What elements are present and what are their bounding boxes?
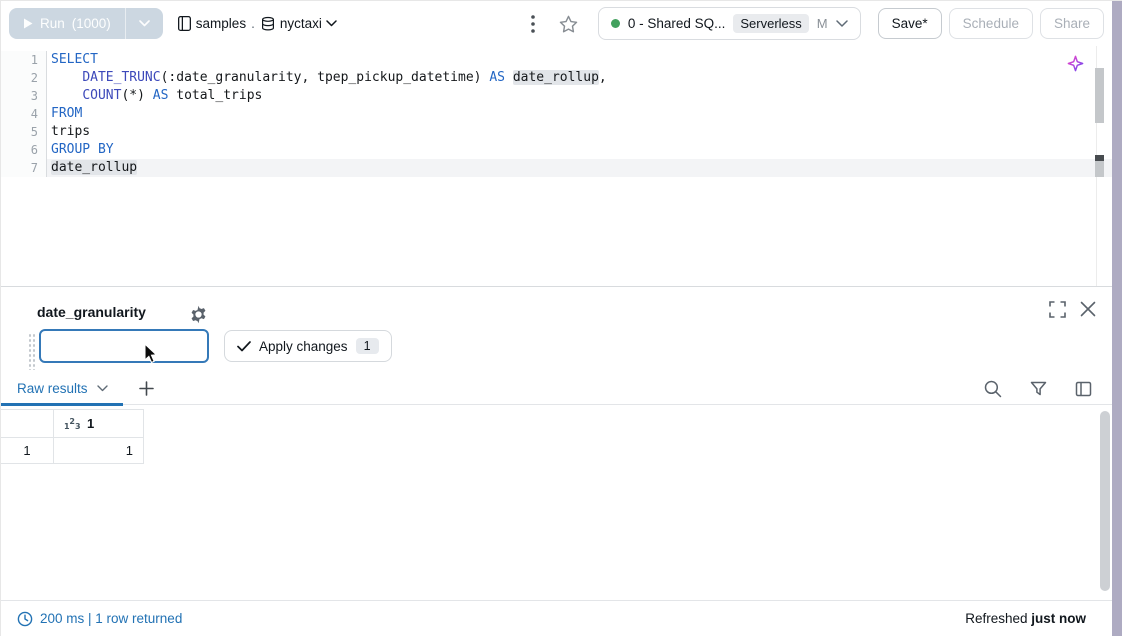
warehouse-name: 0 - Shared SQ... [628, 16, 726, 31]
filter-icon [1030, 381, 1047, 397]
number-type-icon: 123 [64, 417, 81, 430]
highlighted-occurrence: date_rollup [51, 160, 137, 175]
refreshed-time: just now [1031, 611, 1086, 626]
editor-scrollbar-thumb[interactable] [1095, 68, 1104, 123]
close-icon [1080, 301, 1096, 317]
share-button[interactable]: Share [1040, 8, 1104, 39]
page-scrollbar[interactable] [1112, 1, 1122, 636]
play-icon [23, 18, 33, 29]
row-number-cell: 1 [1, 438, 54, 464]
schedule-button[interactable]: Schedule [949, 8, 1033, 39]
run-button[interactable]: Run (1000) [9, 8, 163, 39]
code-line[interactable]: 6 GROUP BY [1, 141, 1112, 159]
results-table: 123 1 1 1 [1, 409, 144, 464]
check-icon [237, 341, 251, 352]
chevron-down-icon [836, 20, 848, 28]
results-panel: date_granularity Apply changes 1 Raw res… [1, 286, 1112, 636]
code-line[interactable]: 5 trips [1, 123, 1112, 141]
warehouse-serverless-badge: Serverless [733, 14, 808, 33]
parameter-value-input[interactable] [39, 329, 209, 363]
row-number-header [1, 409, 54, 438]
warehouse-size: M [817, 16, 828, 31]
chevron-down-icon [139, 20, 150, 27]
plus-icon [139, 381, 154, 396]
line-number: 4 [1, 105, 47, 123]
toolbar: Run (1000) samples . nyctaxi [1, 1, 1112, 46]
editor-scrollbar-thumb-lower[interactable] [1095, 161, 1104, 177]
tab-label: Raw results [17, 381, 88, 396]
catalog-icon [177, 15, 192, 32]
clock-icon [17, 611, 33, 627]
column-header[interactable]: 123 1 [54, 409, 144, 438]
line-number: 3 [1, 87, 47, 105]
results-tabbar: Raw results [1, 372, 1112, 405]
warehouse-selector[interactable]: 0 - Shared SQ... Serverless M [598, 7, 861, 40]
line-number: 7 [1, 159, 47, 177]
sql-code-editor[interactable]: 1 SELECT 2 DATE_TRUNC(:date_granularity,… [1, 46, 1112, 286]
active-tab-underline [1, 403, 123, 406]
apply-count-badge: 1 [356, 338, 379, 354]
code-line[interactable]: 1 SELECT [1, 51, 1112, 69]
line-number: 5 [1, 123, 47, 141]
apply-changes-label: Apply changes [259, 339, 348, 354]
search-results-button[interactable] [980, 376, 1006, 402]
code-line[interactable]: 4 FROM [1, 105, 1112, 123]
results-footer: 200 ms | 1 row returned Refreshed just n… [1, 600, 1112, 636]
chevron-down-icon [97, 385, 108, 392]
database-icon [260, 16, 276, 32]
breadcrumb-separator: . [251, 16, 255, 31]
kebab-icon [531, 15, 535, 33]
warehouse-status-dot [611, 19, 620, 28]
svg-text:3: 3 [75, 422, 81, 430]
sql-editor-window: Run (1000) samples . nyctaxi [0, 0, 1122, 636]
run-options-caret[interactable] [126, 20, 163, 27]
line-number: 6 [1, 141, 47, 159]
refreshed-status: Refreshed just now [965, 611, 1086, 626]
code-line[interactable]: 2 DATE_TRUNC(:date_granularity, tpep_pic… [1, 69, 1112, 87]
favorite-button[interactable] [556, 11, 582, 37]
line-number: 2 [1, 69, 47, 87]
breadcrumb: samples . nyctaxi [177, 15, 337, 32]
value-cell: 1 [54, 438, 144, 464]
search-icon [984, 380, 1002, 398]
layout-panel-icon [1075, 381, 1092, 397]
code-lines: 1 SELECT 2 DATE_TRUNC(:date_granularity,… [1, 46, 1112, 177]
execution-status[interactable]: 200 ms | 1 row returned [17, 611, 182, 627]
fullscreen-icon [1049, 301, 1066, 318]
apply-changes-button[interactable]: Apply changes 1 [224, 330, 392, 362]
expand-results-button[interactable] [1044, 296, 1070, 322]
line-number: 1 [1, 51, 47, 69]
run-label: Run [40, 16, 65, 31]
breadcrumb-catalog[interactable]: samples [177, 15, 246, 32]
filter-results-button[interactable] [1025, 376, 1051, 402]
sparkle-icon [1067, 55, 1084, 72]
parameter-name-label: date_granularity [37, 304, 146, 320]
tab-raw-results[interactable]: Raw results [1, 372, 126, 405]
code-line-current[interactable]: 7 date_rollup [1, 159, 1112, 177]
parameter-drag-handle[interactable] [28, 333, 36, 370]
parameter-settings-button[interactable] [185, 301, 211, 327]
star-icon [559, 15, 578, 33]
code-line[interactable]: 3 COUNT(*) AS total_trips [1, 87, 1112, 105]
add-visualization-button[interactable] [134, 375, 160, 401]
table-header-row: 123 1 [1, 409, 144, 438]
editor-scrollbar-track[interactable] [1096, 46, 1109, 286]
run-limit: (1000) [72, 16, 111, 31]
highlighted-occurrence: date_rollup [513, 70, 599, 85]
save-button[interactable]: Save* [878, 8, 942, 39]
execution-status-text: 200 ms | 1 row returned [40, 611, 182, 626]
more-actions-button[interactable] [520, 11, 546, 37]
gear-icon [189, 305, 208, 324]
table-row[interactable]: 1 1 [1, 438, 144, 464]
close-results-button[interactable] [1075, 296, 1101, 322]
toggle-panel-button[interactable] [1070, 376, 1096, 402]
results-scrollbar-thumb[interactable] [1100, 411, 1110, 591]
assistant-button[interactable] [1067, 55, 1084, 76]
chevron-down-icon [326, 20, 337, 27]
breadcrumb-schema[interactable]: nyctaxi [260, 16, 337, 32]
